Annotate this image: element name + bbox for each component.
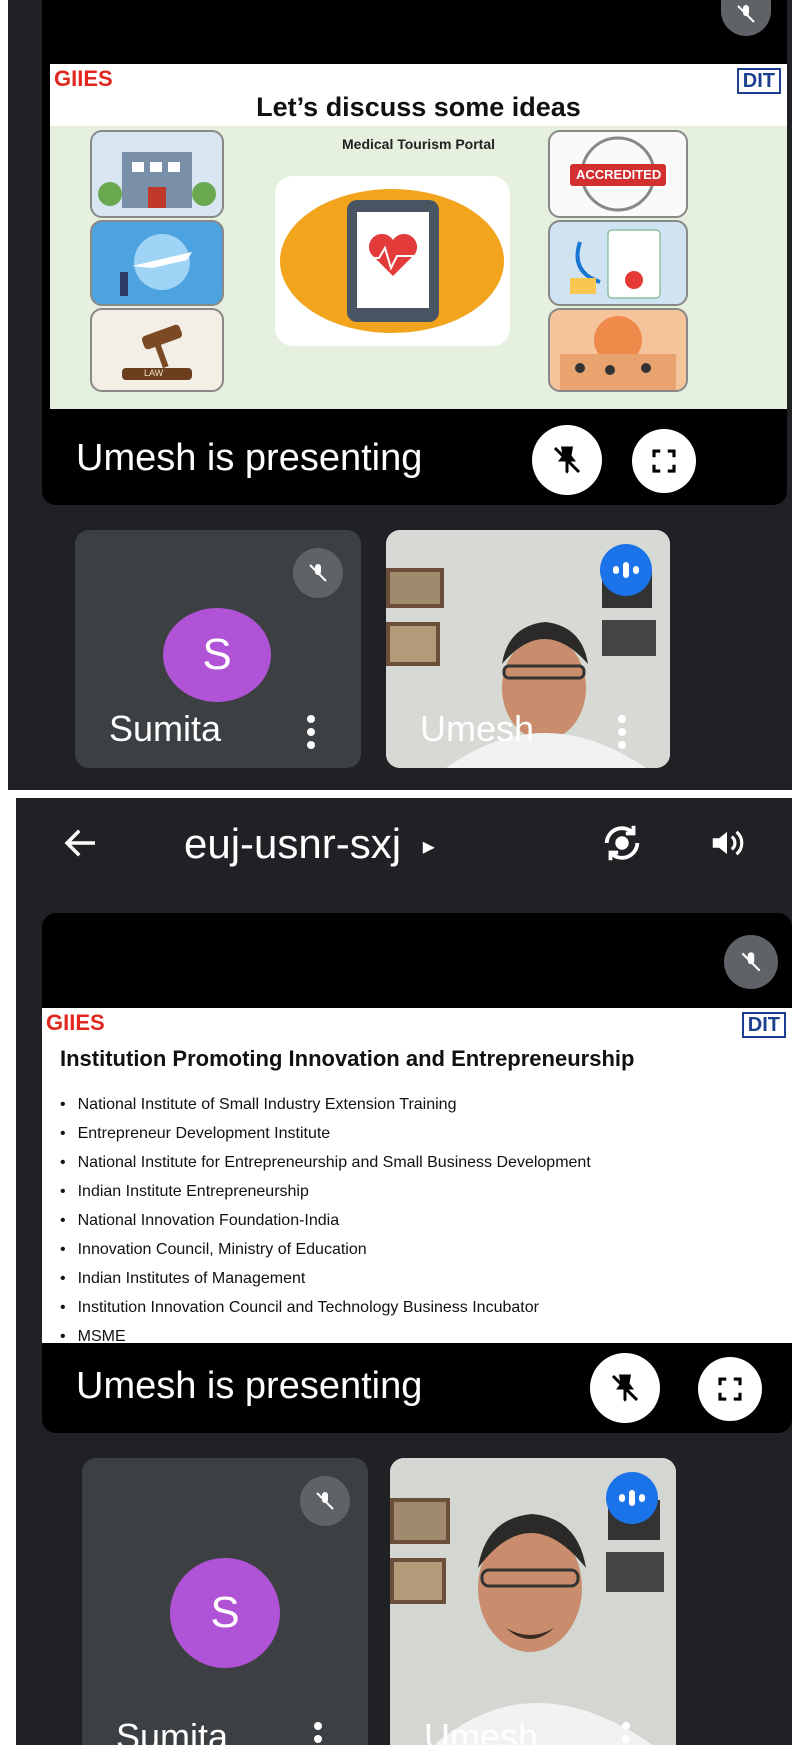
more-vert-icon[interactable] — [307, 715, 315, 754]
participant-name: Umesh — [424, 1716, 539, 1745]
fullscreen-icon — [718, 1377, 742, 1401]
giies-logo: GIIES — [54, 66, 113, 91]
unpin-button[interactable] — [590, 1353, 660, 1423]
chevron-right-icon: ▸ — [422, 833, 435, 861]
participant-tile-umesh[interactable]: Umesh — [386, 530, 670, 768]
list-item: Indian Institute Entrepreneurship — [60, 1177, 591, 1206]
fullscreen-button[interactable] — [632, 429, 696, 493]
more-vert-icon[interactable] — [618, 715, 626, 754]
tourism-thumbnail — [548, 308, 688, 392]
law-label: LAW — [144, 368, 164, 378]
participant-tile-umesh[interactable]: Umesh — [390, 1458, 676, 1745]
meeting-code-button[interactable]: euj-usnr-sxj ▸ — [184, 820, 435, 868]
presenting-bar: Umesh is presenting — [42, 415, 787, 505]
meet-screen-top: GIIES DIT Let’s discuss some ideas LAW M… — [8, 0, 792, 790]
presentation-card: GIIES DIT Let’s discuss some ideas LAW M… — [42, 0, 787, 505]
unpin-button[interactable] — [532, 425, 602, 495]
dit-logo: DIT — [741, 1012, 786, 1038]
fullscreen-icon — [652, 449, 676, 473]
list-item: National Institute for Entrepreneurship … — [60, 1148, 591, 1177]
mic-off-icon — [721, 0, 771, 36]
slide-title: Let’s discuss some ideas — [256, 92, 581, 122]
giies-logo: GIIES — [46, 1010, 105, 1035]
list-item: Innovation Council, Ministry of Educatio… — [60, 1235, 591, 1264]
slide-title: Institution Promoting Innovation and Ent… — [60, 1046, 635, 1071]
list-item: National Institute of Small Industry Ext… — [60, 1090, 591, 1119]
participant-tile-sumita[interactable]: S Sumita — [75, 530, 361, 768]
presenting-label: Umesh is presenting — [76, 437, 423, 479]
speaker-icon — [712, 830, 744, 856]
more-vert-icon[interactable] — [622, 1722, 630, 1745]
presenting-bar: Umesh is presenting — [42, 1343, 792, 1433]
switch-camera-icon — [604, 825, 640, 861]
switch-camera-button[interactable] — [599, 820, 645, 871]
meeting-code: euj-usnr-sxj — [184, 820, 402, 867]
institution-list: National Institute of Small Industry Ext… — [60, 1090, 591, 1343]
participant-name: Sumita — [116, 1716, 229, 1745]
participant-name: Sumita — [109, 708, 222, 749]
list-item: National Innovation Foundation-India — [60, 1206, 591, 1235]
dit-logo: DIT — [736, 68, 781, 94]
unpin-icon — [553, 446, 581, 474]
medical-portal-illustration — [275, 176, 510, 346]
back-arrow-icon — [64, 829, 95, 857]
speaker-button[interactable] — [708, 824, 746, 867]
mic-off-icon — [724, 935, 778, 989]
travel-thumbnail — [90, 220, 224, 306]
list-item: Entrepreneur Development Institute — [60, 1119, 591, 1148]
list-item: Indian Institutes of Management — [60, 1264, 591, 1293]
presentation-card: GIIES DIT Institution Promoting Innovati… — [42, 913, 792, 1433]
avatar: S — [163, 608, 271, 702]
insurance-thumbnail — [548, 220, 688, 306]
participant-name: Umesh — [420, 708, 535, 749]
slide-medical-tourism: GIIES DIT Let’s discuss some ideas LAW M… — [50, 64, 787, 409]
speaking-indicator-icon — [606, 1472, 658, 1524]
accredited-label: ACCREDITED — [576, 167, 662, 182]
slide-institutions: GIIES DIT Institution Promoting Innovati… — [42, 1008, 792, 1343]
list-item: MSME — [60, 1322, 591, 1343]
accredited-thumbnail: ACCREDITED — [548, 130, 688, 218]
top-app-bar: euj-usnr-sxj ▸ — [16, 798, 792, 898]
mic-off-icon — [300, 1476, 350, 1526]
fullscreen-button[interactable] — [698, 1357, 762, 1421]
avatar: S — [170, 1558, 280, 1668]
back-button[interactable] — [60, 822, 102, 869]
meet-screen-bottom: euj-usnr-sxj ▸ GIIES DIT Institution Pro… — [16, 798, 792, 1745]
law-thumbnail: LAW — [90, 308, 224, 392]
unpin-icon — [611, 1374, 639, 1402]
mic-off-icon — [293, 548, 343, 598]
participant-tile-sumita[interactable]: S Sumita — [82, 1458, 368, 1745]
speaking-indicator-icon — [600, 544, 652, 596]
more-vert-icon[interactable] — [314, 1722, 322, 1745]
list-item: Institution Innovation Council and Techn… — [60, 1293, 591, 1322]
presenting-label: Umesh is presenting — [76, 1365, 423, 1407]
